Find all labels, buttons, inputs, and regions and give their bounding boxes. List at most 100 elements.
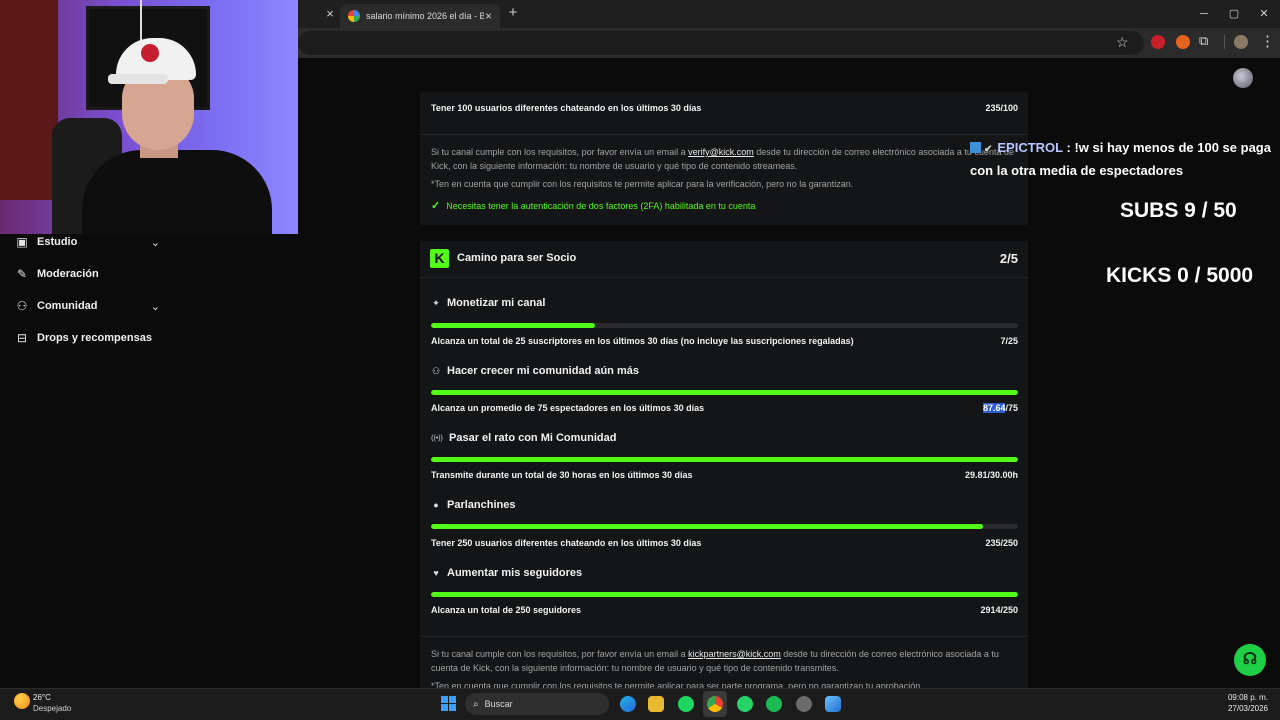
section-crecer: ⚇ Hacer crecer mi comunidad aún más	[431, 365, 639, 377]
webcam-door	[0, 0, 58, 200]
progress-fill	[431, 457, 1018, 462]
section-parlanchines: ● Parlanchines	[431, 499, 515, 511]
requirement-label: Tener 100 usuarios diferentes chateando …	[431, 103, 702, 113]
value-rest: /75	[1005, 403, 1018, 413]
check-icon: ✓	[431, 200, 441, 212]
weather-sun-icon[interactable]	[14, 693, 30, 709]
card-divider	[420, 134, 1028, 135]
progress-bar	[431, 323, 1018, 328]
studio-icon: ▣	[16, 235, 28, 249]
card-divider	[420, 636, 1028, 637]
clock-date[interactable]: 27/03/2026	[1210, 704, 1268, 713]
broadcast-icon: ((•))	[431, 434, 443, 442]
sparkle-icon: ✦	[432, 297, 440, 308]
requirement-value: 29.81/30.00h	[964, 470, 1018, 480]
webcam-cap-logo	[141, 44, 159, 62]
kicks-goal: KICKS 0 / 5000	[1106, 264, 1254, 287]
verified-badge-icon: ✔	[984, 144, 993, 155]
section-title: Monetizar mi canal	[447, 297, 546, 309]
extension-orange-icon[interactable]	[1176, 35, 1190, 49]
note-text: Si tu canal cumple con los requisitos, p…	[431, 649, 689, 659]
whatsapp-icon[interactable]	[737, 696, 753, 712]
twofa-requirement: ✓ Necesitas tener la autenticación de do…	[431, 199, 755, 212]
partner-note: Si tu canal cumple con los requisitos, p…	[431, 647, 1016, 675]
section-requirement: Transmite durante un total de 30 horas e…	[431, 470, 1018, 480]
new-tab-button[interactable]: +	[505, 5, 521, 21]
user-avatar[interactable]	[1233, 68, 1253, 88]
partner-email-link[interactable]: kickpartners@kick.com	[688, 649, 781, 659]
partner-card-title: Camino para ser Socio	[457, 252, 577, 264]
edge-icon[interactable]	[620, 696, 636, 712]
taskbar-search[interactable]: ⌕ Buscar	[465, 693, 609, 715]
file-explorer-icon[interactable]	[648, 696, 664, 712]
selected-text[interactable]: 87.64	[982, 403, 1006, 413]
browser-tab[interactable]: salario mínimo 2026 el día - Bu ×	[340, 4, 500, 28]
webcam-overlay	[0, 0, 298, 234]
webcam-cap-brim	[108, 74, 168, 84]
chat-message: ✔ EPICTROL : !w si hay menos de 100 se pa…	[970, 137, 1276, 181]
people-icon: ⚇	[16, 299, 28, 313]
address-bar[interactable]	[298, 31, 1144, 55]
section-seguidores: ♥ Aumentar mis seguidores	[431, 567, 582, 579]
requirement-value: 87.64/75	[982, 403, 1018, 413]
support-headset-button[interactable]: ☊	[1234, 644, 1266, 676]
sidebar-item-comunidad[interactable]: ⚇ Comunidad ⌄	[15, 296, 160, 316]
sidebar-item-label: Estudio	[37, 236, 78, 248]
obs-icon[interactable]	[796, 696, 812, 712]
progress-bar	[431, 457, 1018, 462]
progress-bar	[431, 390, 1018, 395]
weather-temperature[interactable]: 26°C	[33, 693, 51, 702]
requirement-value: 235/100	[985, 103, 1018, 113]
progress-fill	[431, 390, 1018, 395]
wrench-icon: ✎	[16, 267, 28, 281]
profile-avatar-icon[interactable]	[1234, 35, 1248, 49]
toolbar-divider	[1224, 35, 1225, 49]
sidebar-item-label: Moderación	[37, 268, 99, 280]
previous-tab-close-icon[interactable]: ×	[322, 6, 338, 22]
heart-icon: ♥	[433, 568, 439, 578]
chrome-icon[interactable]	[707, 696, 723, 712]
verification-note: Si tu canal cumple con los requisitos, p…	[431, 145, 1016, 173]
maximize-button[interactable]: ▢	[1226, 6, 1242, 22]
requirement-value: 7/25	[1000, 336, 1018, 346]
section-requirement: Alcanza un total de 25 suscriptores en l…	[431, 336, 1018, 346]
partner-disclaimer: *Ten en cuenta que cumplir con los requi…	[431, 681, 923, 688]
taskbar	[0, 688, 1280, 720]
windows-start-icon[interactable]	[441, 696, 456, 711]
section-title: Hacer crecer mi comunidad aún más	[447, 365, 639, 377]
weather-description[interactable]: Despejado	[33, 704, 71, 713]
requirement-value: 2914/250	[980, 605, 1018, 615]
close-window-button[interactable]: ✕	[1256, 6, 1272, 22]
paint-icon[interactable]	[825, 696, 841, 712]
section-pasar-rato: ((•)) Pasar el rato con Mi Comunidad	[431, 432, 616, 444]
card-divider	[420, 277, 1028, 278]
sidebar-item-label: Comunidad	[37, 300, 98, 312]
sidebar-item-moderacion[interactable]: ✎ Moderación	[15, 264, 160, 284]
note-text: Si tu canal cumple con los requisitos, p…	[431, 147, 689, 157]
screen: { "browser": { "tab_title": "salario mín…	[0, 0, 1280, 720]
tab-title: salario mínimo 2026 el día - Bu	[366, 11, 484, 21]
kick-logo-icon: K	[430, 249, 449, 268]
progress-fill	[431, 323, 596, 328]
spotify-icon[interactable]	[678, 696, 694, 712]
progress-fill	[431, 524, 983, 529]
requirement-label: Alcanza un promedio de 75 espectadores e…	[431, 403, 705, 413]
verify-email-link[interactable]: verify@kick.com	[688, 147, 754, 157]
browser-menu-icon[interactable]: ⋮	[1260, 32, 1275, 50]
sidebar-item-drops[interactable]: ⊟ Drops y recompensas	[15, 328, 160, 348]
sidebar-item-estudio[interactable]: ▣ Estudio ⌄	[15, 232, 160, 252]
app-green-icon[interactable]	[766, 696, 782, 712]
section-title: Aumentar mis seguidores	[447, 567, 583, 579]
requirement-label: Alcanza un total de 250 seguidores	[431, 605, 582, 615]
tab-close-icon[interactable]: ×	[485, 9, 492, 23]
extensions-puzzle-icon[interactable]: ⧉	[1199, 33, 1208, 49]
progress-fill	[431, 592, 1018, 597]
requirement-label: Tener 250 usuarios diferentes chateando …	[431, 538, 702, 548]
clock-time[interactable]: 09:08 p. m.	[1210, 693, 1268, 702]
extension-shield-icon[interactable]	[1151, 35, 1165, 49]
subs-goal: SUBS 9 / 50	[1120, 199, 1237, 222]
minimize-button[interactable]: ─	[1196, 6, 1212, 22]
chevron-down-icon[interactable]: ⌄	[151, 300, 160, 313]
chevron-down-icon[interactable]: ⌄	[151, 236, 160, 249]
bookmark-star-icon[interactable]: ☆	[1116, 34, 1129, 51]
